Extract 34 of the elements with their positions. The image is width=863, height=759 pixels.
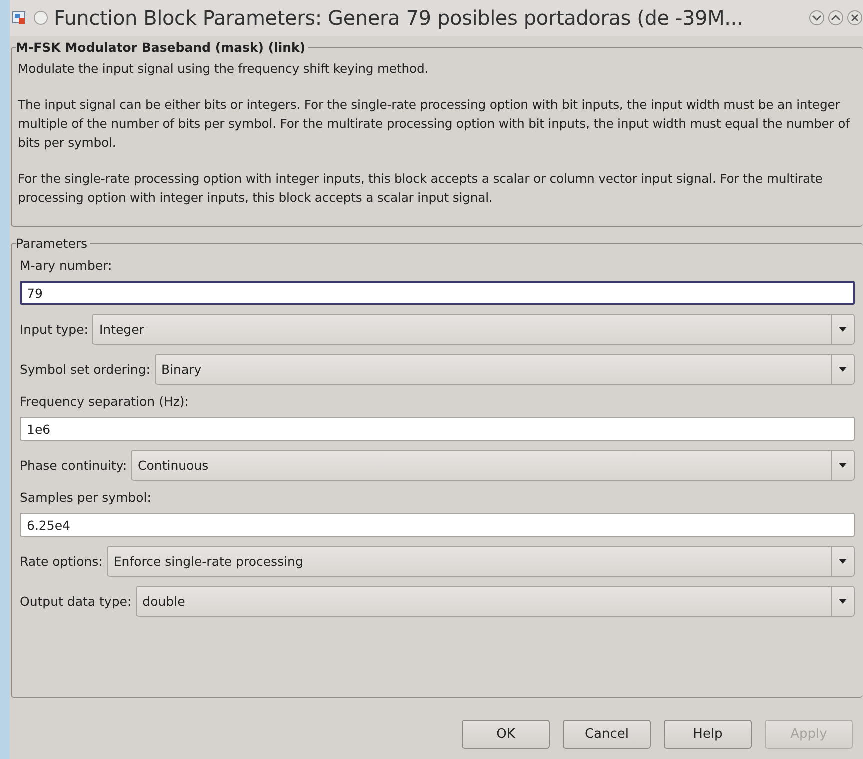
dropdown[interactable]: Binary (154, 354, 855, 385)
caret-icon (839, 367, 847, 372)
field-label: Samples per symbol: (20, 490, 152, 505)
minimize-button[interactable] (809, 10, 825, 26)
description-text: For the single-rate processing option with integer inputs, this block accepts a scalar or column vector input signal. For the multirate processing option with integer inputs, this block accepts a scalar input signal. (18, 170, 824, 207)
description-text: Modulate the input signal using the frequency shift keying method. (18, 60, 430, 78)
window-title: Function Block Parameters: Genera 79 posibles portadoras (de -39M... (54, 6, 744, 30)
dialog-button[interactable]: Cancel (563, 720, 651, 749)
description-text: The input signal can be either bits or integers. For the single-rate processing option with bit inputs, the input width must be an integer multiple of the number of bits per symbol. For the multirate processing option with bit inputs, the input width must equal the number of bits per symbol. (18, 96, 852, 152)
text-field[interactable]: 79 (20, 281, 855, 305)
group-title: M-FSK Modulator Baseband (mask) (link) (16, 40, 308, 55)
field-label: Output data type: (20, 594, 132, 609)
field-label: Rate options: (20, 554, 103, 569)
dropdown[interactable]: Integer (92, 314, 855, 345)
field-label: M-ary number: (20, 258, 114, 273)
dropdown[interactable]: Enforce single-rate processing (106, 546, 855, 577)
group-title: Parameters (16, 236, 90, 251)
field-label: Frequency separation (Hz): (20, 394, 190, 409)
field-label: Phase continuity: (20, 458, 128, 473)
caret-icon (839, 559, 847, 564)
dropdown[interactable]: double (136, 586, 855, 617)
dropdown[interactable]: Continuous (131, 450, 855, 481)
caret-icon (839, 463, 847, 468)
caret-icon (839, 327, 847, 332)
text-field[interactable]: 6.25e4 (20, 513, 855, 537)
dialog-button[interactable]: Help (664, 720, 752, 749)
text-field[interactable]: 1e6 (20, 417, 855, 441)
field-label: Symbol set ordering: (20, 362, 150, 377)
dialog-button[interactable]: OK (462, 720, 550, 749)
field-label: Input type: (20, 322, 88, 337)
caret-icon (839, 599, 847, 604)
window-icon (12, 10, 28, 26)
maximize-button[interactable] (828, 10, 844, 26)
close-button[interactable] (847, 10, 863, 26)
